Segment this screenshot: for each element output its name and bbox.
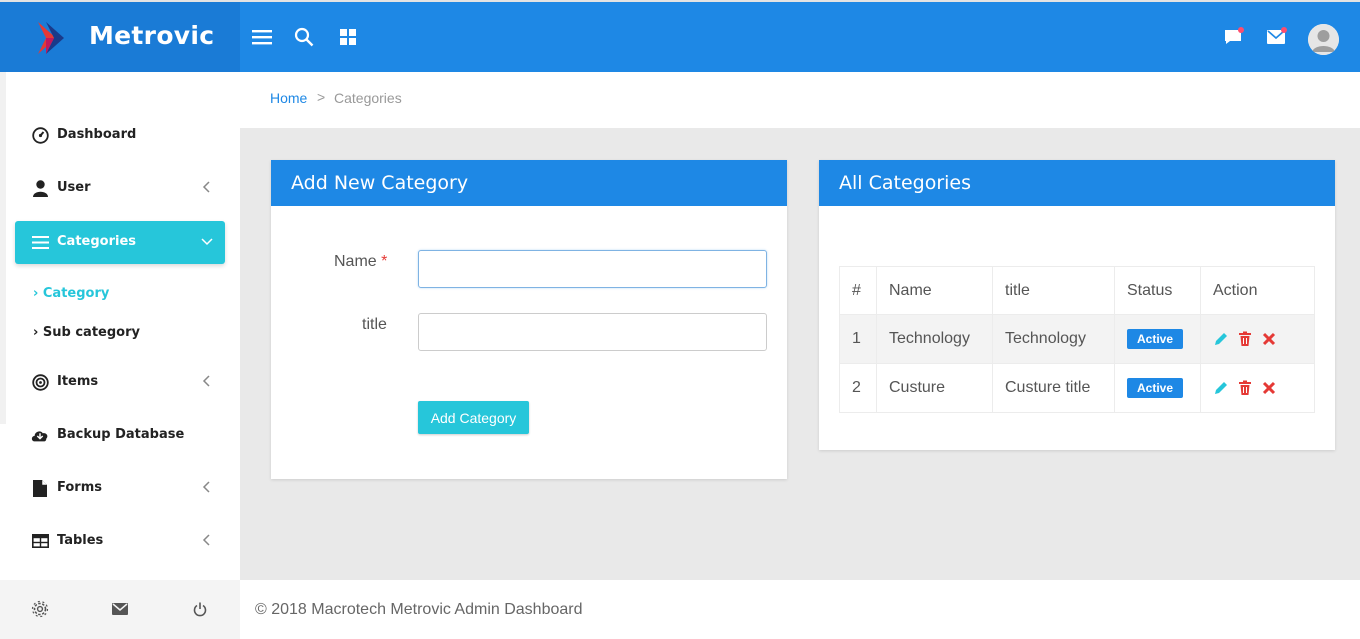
breadcrumb-home-link[interactable]: Home xyxy=(270,90,307,106)
chevron-right-icon: › xyxy=(33,325,43,340)
column-header: title xyxy=(992,266,1115,315)
search-icon[interactable] xyxy=(293,26,315,48)
sidebar-item-tables[interactable]: Tables xyxy=(15,520,225,563)
top-navbar: Metrovic xyxy=(0,0,1360,72)
status-badge: Active xyxy=(1127,329,1184,349)
grid-icon[interactable] xyxy=(337,26,359,48)
row-id: 1 xyxy=(839,314,877,364)
sidebar-item-label: Backup Database xyxy=(57,427,185,442)
remove-x-icon[interactable] xyxy=(1261,380,1277,396)
row-status: Active xyxy=(1114,314,1201,364)
categories-table: # Name title Status Action 1 Technology … xyxy=(839,266,1315,413)
column-header: # xyxy=(839,266,877,315)
delete-trash-icon[interactable] xyxy=(1237,331,1253,347)
status-badge: Active xyxy=(1127,378,1184,398)
notification-dot xyxy=(1281,27,1287,33)
title-field-label: title xyxy=(362,316,387,333)
row-actions xyxy=(1200,363,1315,413)
sidebar-item-dashboard[interactable]: Dashboard xyxy=(15,114,225,157)
table-row: 1 Technology Technology Active xyxy=(839,314,1315,364)
row-title: Custure title xyxy=(992,363,1115,413)
breadcrumb: Home > Categories xyxy=(240,72,1360,128)
sidebar-item-label: Forms xyxy=(57,480,102,495)
file-icon xyxy=(31,479,49,497)
sidebar-item-label: Categories xyxy=(57,234,137,249)
row-name: Technology xyxy=(876,314,993,364)
sidebar-item-forms[interactable]: Forms xyxy=(15,467,225,510)
name-label-text: Name xyxy=(334,253,377,270)
dashboard-icon xyxy=(31,126,49,144)
sidebar-item-label: Tables xyxy=(57,533,104,548)
column-header: Name xyxy=(876,266,993,315)
edit-pencil-icon[interactable] xyxy=(1213,380,1229,396)
column-header: Action xyxy=(1200,266,1315,315)
sidebar-subitem-sub-category[interactable]: › Sub category xyxy=(33,325,140,340)
sidebar-scroll-track xyxy=(0,72,6,424)
power-icon[interactable] xyxy=(191,600,209,618)
table-row: 2 Custure Custure title Active xyxy=(839,363,1315,413)
cloud-download-icon xyxy=(31,426,49,444)
row-title: Technology xyxy=(992,314,1115,364)
mail-icon[interactable] xyxy=(1265,26,1287,48)
row-status: Active xyxy=(1114,363,1201,413)
required-mark: * xyxy=(381,253,388,270)
sidebar-item-label: Dashboard xyxy=(57,127,137,142)
brand-name: Metrovic xyxy=(89,21,215,50)
table-icon xyxy=(31,532,49,550)
column-header: Status xyxy=(1114,266,1201,315)
page-footer: © 2018 Macrotech Metrovic Admin Dashboar… xyxy=(240,580,1360,639)
list-icon xyxy=(31,233,49,251)
notification-dot xyxy=(1238,27,1244,33)
user-icon xyxy=(31,179,49,197)
avatar[interactable] xyxy=(1308,24,1339,55)
gear-icon[interactable] xyxy=(31,600,49,618)
all-categories-card: All Categories # Name title Status Actio… xyxy=(819,160,1335,450)
table-header-row: # Name title Status Action xyxy=(839,266,1315,315)
row-id: 2 xyxy=(839,363,877,413)
add-category-button[interactable]: Add Category xyxy=(418,401,529,434)
delete-trash-icon[interactable] xyxy=(1237,380,1253,396)
sidebar-subitem-label: Category xyxy=(42,286,110,301)
add-category-card: Add New Category Name * title Add Catego… xyxy=(271,160,787,479)
chevron-left-icon xyxy=(202,481,210,493)
menu-icon[interactable] xyxy=(251,26,273,48)
sidebar-item-items[interactable]: Items xyxy=(15,361,225,404)
chat-icon[interactable] xyxy=(1222,26,1244,48)
chevron-left-icon xyxy=(202,181,210,193)
name-field-label: Name * xyxy=(334,253,387,271)
remove-x-icon[interactable] xyxy=(1261,331,1277,347)
name-input[interactable] xyxy=(418,250,767,288)
chevron-left-icon xyxy=(202,534,210,546)
breadcrumb-current: Categories xyxy=(334,90,402,106)
sidebar-item-backup-database[interactable]: Backup Database xyxy=(15,414,225,457)
sidebar-item-label: Items xyxy=(57,374,99,389)
brand[interactable]: Metrovic xyxy=(0,2,240,72)
sidebar-subitem-label: Sub category xyxy=(42,325,140,340)
card-title: Add New Category xyxy=(271,160,787,206)
chevron-left-icon xyxy=(202,375,210,387)
copyright-text: © 2018 Macrotech Metrovic Admin Dashboar… xyxy=(255,601,583,618)
target-icon xyxy=(31,373,49,391)
brand-logo-icon xyxy=(38,22,64,54)
sidebar-subitem-category[interactable]: › Category xyxy=(33,286,109,301)
row-actions xyxy=(1200,314,1315,364)
sidebar-item-label: User xyxy=(57,180,91,195)
row-name: Custure xyxy=(876,363,993,413)
sidebar-item-user[interactable]: User xyxy=(15,167,225,210)
breadcrumb-separator: > xyxy=(317,89,326,105)
mail-icon[interactable] xyxy=(111,600,129,618)
card-title: All Categories xyxy=(819,160,1335,206)
title-input[interactable] xyxy=(418,313,767,351)
edit-pencil-icon[interactable] xyxy=(1213,331,1229,347)
chevron-down-icon xyxy=(201,238,213,246)
sidebar-footer xyxy=(0,580,240,639)
sidebar-item-categories[interactable]: Categories xyxy=(15,221,225,264)
chevron-right-icon: › xyxy=(33,286,43,301)
